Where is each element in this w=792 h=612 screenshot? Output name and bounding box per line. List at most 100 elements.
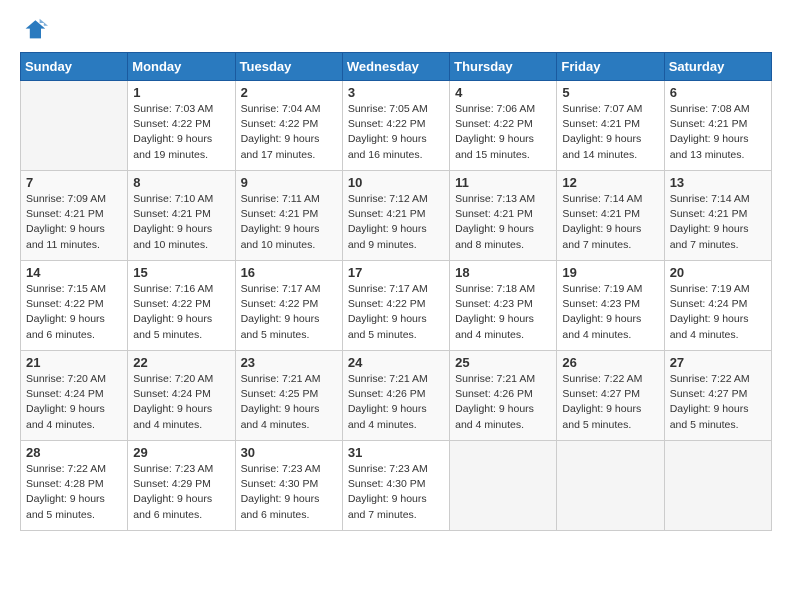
calendar-cell — [557, 441, 664, 531]
day-info: Sunrise: 7:23 AMSunset: 4:30 PMDaylight:… — [348, 462, 444, 523]
day-number: 8 — [133, 175, 229, 190]
day-info: Sunrise: 7:16 AMSunset: 4:22 PMDaylight:… — [133, 282, 229, 343]
day-number: 17 — [348, 265, 444, 280]
week-row-0: 1 Sunrise: 7:03 AMSunset: 4:22 PMDaylight… — [21, 81, 772, 171]
calendar-cell: 12 Sunrise: 7:14 AMSunset: 4:21 PMDayligh… — [557, 171, 664, 261]
day-info: Sunrise: 7:11 AMSunset: 4:21 PMDaylight:… — [241, 192, 337, 253]
day-number: 16 — [241, 265, 337, 280]
day-number: 27 — [670, 355, 766, 370]
day-number: 11 — [455, 175, 551, 190]
week-row-2: 14 Sunrise: 7:15 AMSunset: 4:22 PMDayligh… — [21, 261, 772, 351]
day-number: 18 — [455, 265, 551, 280]
day-number: 14 — [26, 265, 122, 280]
day-info: Sunrise: 7:08 AMSunset: 4:21 PMDaylight:… — [670, 102, 766, 163]
day-number: 30 — [241, 445, 337, 460]
day-number: 31 — [348, 445, 444, 460]
week-row-4: 28 Sunrise: 7:22 AMSunset: 4:28 PMDayligh… — [21, 441, 772, 531]
calendar-cell: 21Sunrise: 7:20 AMSunset: 4:24 PMDayligh… — [21, 351, 128, 441]
day-number: 29 — [133, 445, 229, 460]
calendar-cell: 28 Sunrise: 7:22 AMSunset: 4:28 PMDayligh… — [21, 441, 128, 531]
day-number: 25 — [455, 355, 551, 370]
day-number: 20 — [670, 265, 766, 280]
calendar-cell: 8 Sunrise: 7:10 AMSunset: 4:21 PMDaylight… — [128, 171, 235, 261]
calendar-cell: 7Sunrise: 7:09 AMSunset: 4:21 PMDaylight… — [21, 171, 128, 261]
calendar-cell: 23 Sunrise: 7:21 AMSunset: 4:25 PMDayligh… — [235, 351, 342, 441]
week-row-1: 7Sunrise: 7:09 AMSunset: 4:21 PMDaylight… — [21, 171, 772, 261]
day-info: Sunrise: 7:17 AMSunset: 4:22 PMDaylight:… — [241, 282, 337, 343]
day-header-tuesday: Tuesday — [235, 53, 342, 81]
day-number: 23 — [241, 355, 337, 370]
calendar-cell: 19 Sunrise: 7:19 AMSunset: 4:23 PMDayligh… — [557, 261, 664, 351]
day-header-saturday: Saturday — [664, 53, 771, 81]
day-header-wednesday: Wednesday — [342, 53, 449, 81]
day-info: Sunrise: 7:15 AMSunset: 4:22 PMDaylight:… — [26, 282, 122, 343]
day-number: 1 — [133, 85, 229, 100]
day-info: Sunrise: 7:21 AMSunset: 4:25 PMDaylight:… — [241, 372, 337, 433]
day-number: 6 — [670, 85, 766, 100]
week-row-3: 21 Sunrise: 7:20 AMSunset: 4:24 PMDayligh… — [21, 351, 772, 441]
day-header-friday: Friday — [557, 53, 664, 81]
day-info: Sunrise: 7:20 AMSunset: 4:24 PMDaylight:… — [133, 372, 229, 433]
calendar-cell: 25 Sunrise: 7:21 AMSunset: 4:26 PMDayligh… — [450, 351, 557, 441]
day-number: 19 — [562, 265, 658, 280]
calendar-cell: 1 Sunrise: 7:03 AMSunset: 4:22 PMDaylight… — [128, 81, 235, 171]
day-number: 24 — [348, 355, 444, 370]
day-number: 2 — [241, 85, 337, 100]
calendar-cell: 9 Sunrise: 7:11 AMSunset: 4:21 PMDaylight… — [235, 171, 342, 261]
day-info: Sunrise: 7:22 AMSunset: 4:27 PMDaylight:… — [562, 372, 658, 433]
calendar-cell: 27 Sunrise: 7:22 AMSunset: 4:27 PMDayligh… — [664, 351, 771, 441]
day-info: Sunrise: 7:06 AMSunset: 4:22 PMDaylight:… — [455, 102, 551, 163]
calendar-cell: 4 Sunrise: 7:06 AMSunset: 4:22 PMDaylight… — [450, 81, 557, 171]
calendar-cell: 22 Sunrise: 7:20 AMSunset: 4:24 PMDayligh… — [128, 351, 235, 441]
day-info: Sunrise: 7:23 AMSunset: 4:30 PMDaylight:… — [241, 462, 337, 523]
day-number: 5 — [562, 85, 658, 100]
calendar-cell: 3Sunrise: 7:05 AMSunset: 4:22 PMDaylight… — [342, 81, 449, 171]
day-number: 21 — [26, 355, 122, 370]
calendar-cell: 10 Sunrise: 7:12 AMSunset: 4:21 PMDayligh… — [342, 171, 449, 261]
day-info: Sunrise: 7:21 AMSunset: 4:26 PMDaylight:… — [455, 372, 551, 433]
day-number: 3 — [348, 85, 444, 100]
day-header-thursday: Thursday — [450, 53, 557, 81]
calendar-cell: 15 Sunrise: 7:16 AMSunset: 4:22 PMDayligh… — [128, 261, 235, 351]
calendar-cell: 29 Sunrise: 7:23 AMSunset: 4:29 PMDayligh… — [128, 441, 235, 531]
day-info: Sunrise: 7:17 AMSunset: 4:22 PMDaylight:… — [348, 282, 444, 343]
day-number: 4 — [455, 85, 551, 100]
day-number: 9 — [241, 175, 337, 190]
calendar-header-row: SundayMondayTuesdayWednesdayThursdayFrid… — [21, 53, 772, 81]
day-info: Sunrise: 7:21 AMSunset: 4:26 PMDaylight:… — [348, 372, 444, 433]
day-number: 22 — [133, 355, 229, 370]
calendar-cell — [21, 81, 128, 171]
day-info: Sunrise: 7:22 AMSunset: 4:28 PMDaylight:… — [26, 462, 122, 523]
day-info: Sunrise: 7:14 AMSunset: 4:21 PMDaylight:… — [562, 192, 658, 253]
calendar-cell: 31 Sunrise: 7:23 AMSunset: 4:30 PMDayligh… — [342, 441, 449, 531]
day-info: Sunrise: 7:07 AMSunset: 4:21 PMDaylight:… — [562, 102, 658, 163]
calendar-cell: 24 Sunrise: 7:21 AMSunset: 4:26 PMDayligh… — [342, 351, 449, 441]
day-info: Sunrise: 7:04 AMSunset: 4:22 PMDaylight:… — [241, 102, 337, 163]
logo — [20, 16, 52, 44]
day-number: 10 — [348, 175, 444, 190]
day-number: 28 — [26, 445, 122, 460]
day-info: Sunrise: 7:14 AMSunset: 4:21 PMDaylight:… — [670, 192, 766, 253]
day-number: 13 — [670, 175, 766, 190]
calendar-cell: 26 Sunrise: 7:22 AMSunset: 4:27 PMDayligh… — [557, 351, 664, 441]
logo-icon — [20, 16, 48, 44]
calendar-cell: 17 Sunrise: 7:17 AMSunset: 4:22 PMDayligh… — [342, 261, 449, 351]
day-info: Sunrise: 7:19 AMSunset: 4:24 PMDaylight:… — [670, 282, 766, 343]
day-info: Sunrise: 7:22 AMSunset: 4:27 PMDaylight:… — [670, 372, 766, 433]
day-info: Sunrise: 7:12 AMSunset: 4:21 PMDaylight:… — [348, 192, 444, 253]
calendar-cell: 13 Sunrise: 7:14 AMSunset: 4:21 PMDayligh… — [664, 171, 771, 261]
day-number: 15 — [133, 265, 229, 280]
day-info: Sunrise: 7:10 AMSunset: 4:21 PMDaylight:… — [133, 192, 229, 253]
day-info: Sunrise: 7:23 AMSunset: 4:29 PMDaylight:… — [133, 462, 229, 523]
calendar-cell: 20 Sunrise: 7:19 AMSunset: 4:24 PMDayligh… — [664, 261, 771, 351]
calendar-table: SundayMondayTuesdayWednesdayThursdayFrid… — [20, 52, 772, 531]
calendar-cell: 30 Sunrise: 7:23 AMSunset: 4:30 PMDayligh… — [235, 441, 342, 531]
day-number: 12 — [562, 175, 658, 190]
day-number: 7 — [26, 175, 122, 190]
day-header-sunday: Sunday — [21, 53, 128, 81]
day-number: 26 — [562, 355, 658, 370]
day-info: Sunrise: 7:03 AMSunset: 4:22 PMDaylight:… — [133, 102, 229, 163]
day-header-monday: Monday — [128, 53, 235, 81]
calendar-cell: 11Sunrise: 7:13 AMSunset: 4:21 PMDayligh… — [450, 171, 557, 261]
day-info: Sunrise: 7:19 AMSunset: 4:23 PMDaylight:… — [562, 282, 658, 343]
